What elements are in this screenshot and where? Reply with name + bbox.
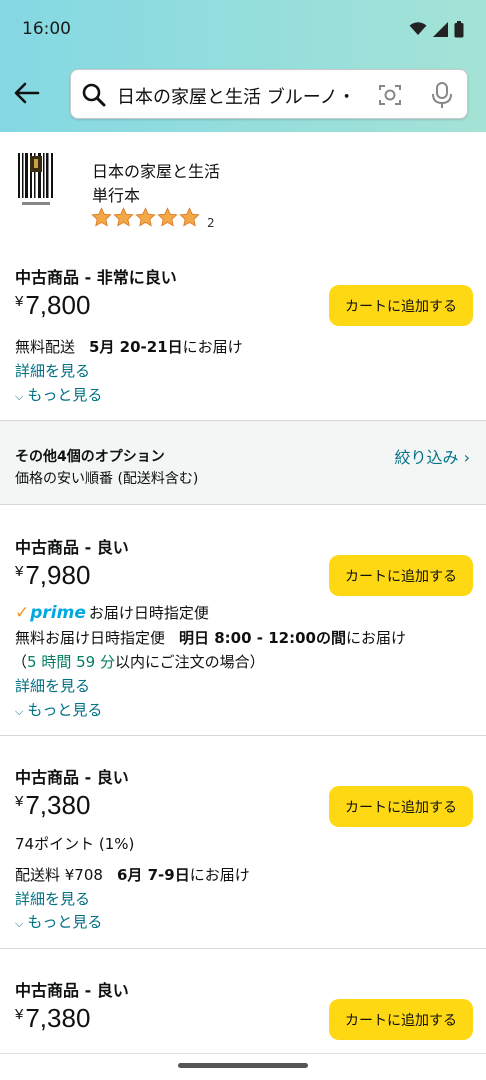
prime-check-icon: ✓: [15, 602, 30, 623]
sort-order-text: 価格の安い順番 (配送料含む): [15, 471, 199, 487]
filter-link[interactable]: 絞り込み ›: [395, 444, 471, 468]
details-link[interactable]: 詳細を見る: [15, 675, 90, 696]
offer-card: 中古商品 - 良い ¥7,980 カートに追加する ✓ prime お届け日時指定便…: [0, 505, 486, 735]
offer-card: 中古商品 - 良い ¥7,380 カートに追加する 74ポイント (1%) 配送…: [0, 736, 486, 948]
star-icon: [157, 207, 178, 227]
add-to-cart-button[interactable]: カートに追加する: [329, 285, 473, 326]
offer-condition: 中古商品 - 良い: [15, 981, 129, 1000]
delivery-info: 配送料 ¥708 6月 7-9日にお届け: [15, 866, 250, 884]
other-options-title: その他4個のオプション: [15, 449, 165, 465]
offer-price: ¥7,980: [15, 560, 91, 590]
points-text: 74ポイント (1%): [15, 835, 135, 853]
show-more-link[interactable]: ⌵ もっと見る: [15, 384, 102, 405]
back-arrow-icon: [14, 82, 40, 104]
offer-price: ¥7,380: [15, 790, 91, 820]
offer-card: 中古商品 - 良い ¥7,380 カートに追加する: [0, 949, 486, 1053]
status-bar: 16:00: [0, 0, 486, 58]
prime-badge: ✓ prime お届け日時指定便: [15, 602, 209, 623]
delivery-info: 無料お届け日時指定便 明日 8:00 - 12:00の間にお届け: [15, 629, 406, 647]
wifi-icon: [409, 22, 427, 35]
offer-card: 中古商品 - 非常に良い ¥7,800 カートに追加する 無料配送 5月 20-2…: [0, 242, 486, 420]
offer-price: ¥7,380: [15, 1003, 91, 1033]
chevron-down-icon: ⌵: [15, 917, 24, 930]
add-to-cart-button[interactable]: カートに追加する: [329, 786, 473, 827]
offer-condition: 中古商品 - 非常に良い: [15, 268, 177, 287]
signal-icon: [433, 21, 448, 37]
book-cover-image: [16, 150, 56, 210]
offer-condition: 中古商品 - 良い: [15, 538, 129, 557]
show-more-link[interactable]: ⌵ もっと見る: [15, 911, 102, 932]
rating-stars[interactable]: [91, 207, 200, 228]
rating-count[interactable]: 2: [207, 216, 215, 230]
order-within-text: （5 時間 59 分以内にご注文の場合）: [12, 653, 265, 671]
star-icon: [179, 207, 200, 227]
battery-icon: [454, 20, 464, 37]
delivery-info: 無料配送 5月 20-21日にお届け: [15, 338, 243, 356]
star-icon: [91, 207, 112, 227]
offer-condition: 中古商品 - 良い: [15, 768, 129, 787]
offer-price: ¥7,800: [15, 290, 91, 320]
star-icon: [135, 207, 156, 227]
details-link[interactable]: 詳細を見る: [15, 360, 90, 381]
show-more-link[interactable]: ⌵ もっと見る: [15, 699, 102, 720]
product-title[interactable]: 日本の家屋と生活: [92, 158, 220, 182]
search-input[interactable]: 日本の家屋と生活 ブルーノ・タウト: [117, 83, 353, 109]
prime-logo: prime: [30, 602, 86, 623]
other-options-bar: その他4個のオプション 価格の安い順番 (配送料含む) 絞り込み ›: [0, 420, 486, 505]
status-time: 16:00: [22, 19, 71, 39]
system-navigation-bar: [0, 1053, 486, 1080]
search-icon: [82, 83, 106, 107]
add-to-cart-button[interactable]: カートに追加する: [329, 999, 473, 1040]
search-box[interactable]: 日本の家屋と生活 ブルーノ・タウト: [70, 69, 468, 119]
camera-search-icon[interactable]: [377, 82, 403, 108]
details-link[interactable]: 詳細を見る: [15, 888, 90, 909]
star-icon: [113, 207, 134, 227]
product-format: 単行本: [92, 186, 141, 205]
back-button[interactable]: [12, 78, 42, 108]
product-summary[interactable]: 日本の家屋と生活 単行本 2: [0, 132, 486, 242]
search-header: 日本の家屋と生活 ブルーノ・タウト: [0, 58, 486, 132]
add-to-cart-button[interactable]: カートに追加する: [329, 555, 473, 596]
home-gesture-handle[interactable]: [178, 1063, 308, 1068]
chevron-down-icon: ⌵: [15, 390, 24, 403]
chevron-down-icon: ⌵: [15, 705, 24, 718]
microphone-icon[interactable]: [430, 81, 454, 109]
